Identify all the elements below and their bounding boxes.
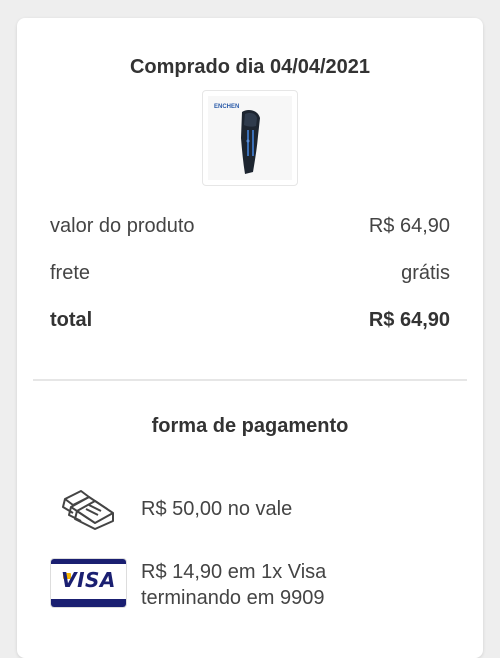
product-image: ENCHEN: [208, 96, 292, 180]
shaver-image: ENCHEN: [214, 104, 260, 174]
total-label: total: [50, 309, 93, 331]
product-brand-label: ENCHEN: [214, 104, 239, 110]
voucher-payment-text: R$ 50,00 no vale: [141, 498, 293, 520]
voucher-icon: [59, 487, 117, 536]
visa-payment-text: R$ 14,90 em 1x Visa terminando em 9909: [141, 559, 326, 611]
shipping-label: frete: [50, 262, 91, 284]
shipping-value: grátis: [401, 262, 450, 284]
purchase-details-card: Comprado dia 04/04/2021 ENCHEN valor do …: [17, 18, 483, 658]
product-thumbnail[interactable]: ENCHEN: [202, 90, 298, 186]
visa-payment-line1: R$ 14,90 em 1x Visa: [141, 561, 327, 583]
visa-bottom-stripe: [51, 599, 126, 607]
total-value: R$ 64,90: [368, 309, 450, 331]
visa-top-stripe: [51, 559, 126, 564]
section-divider: [33, 379, 467, 381]
visa-card-icon: VISA: [50, 558, 127, 608]
payment-method-title: forma de pagamento: [151, 415, 349, 437]
product-value-label: valor do produto: [50, 215, 195, 237]
visa-brand-text: VISA: [61, 568, 116, 592]
product-value: R$ 64,90: [368, 215, 450, 237]
purchase-date-title: Comprado dia 04/04/2021: [129, 56, 371, 78]
visa-payment-line2: terminando em 9909: [141, 587, 325, 609]
